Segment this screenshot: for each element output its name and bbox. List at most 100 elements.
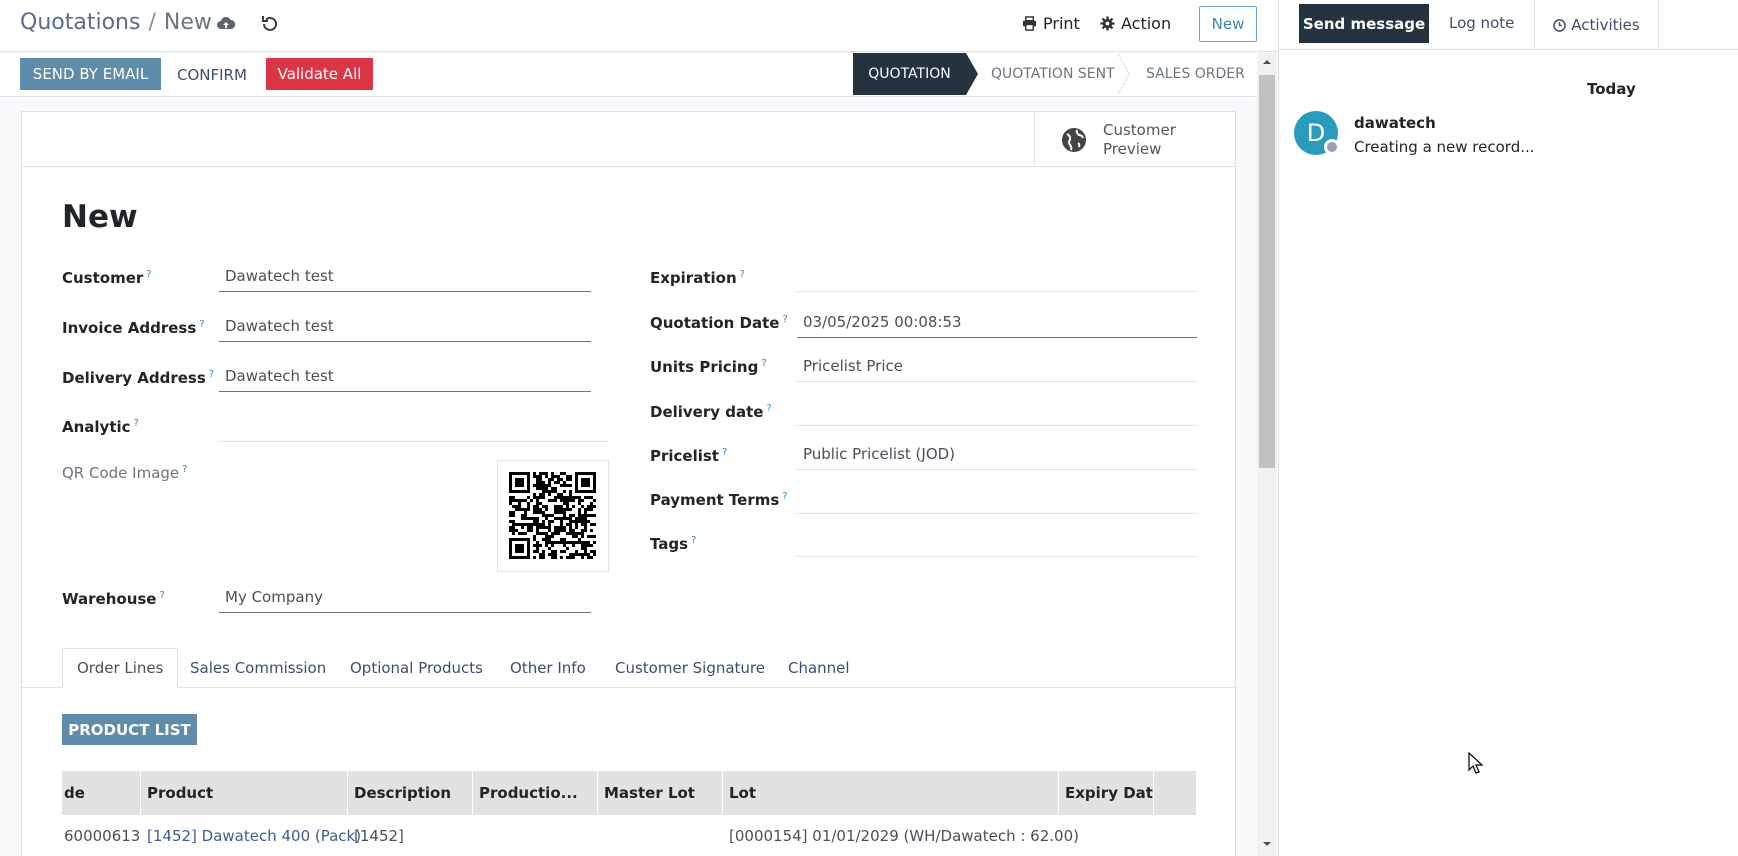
statusbar: SEND BY EMAIL CONFIRM Validate All QUOTA… (0, 53, 1260, 97)
clock-icon (1553, 18, 1567, 32)
date-separator: Today (1587, 80, 1636, 98)
column-lot[interactable]: Lot (723, 771, 1059, 815)
warehouse-field[interactable]: My Company (219, 583, 591, 613)
mouse-cursor-icon (1468, 752, 1484, 774)
delivery-address-field[interactable]: Dawatech test (219, 362, 591, 392)
units-pricing-field[interactable]: Pricelist Price (797, 352, 1197, 382)
scrollbar-thumb[interactable] (1259, 75, 1275, 468)
help-marker: ? (721, 447, 728, 458)
help-marker: ? (133, 418, 139, 429)
breadcrumb-separator: / (148, 10, 156, 35)
discard-icon[interactable] (260, 14, 280, 34)
stage-sales-order[interactable]: SALES ORDER (1146, 66, 1245, 82)
activities-button[interactable]: Activities (1534, 0, 1659, 50)
customer-preview-button[interactable]: Customer Preview (1034, 112, 1236, 167)
vertical-scrollbar[interactable] (1257, 53, 1277, 856)
customer-preview-label: Customer Preview (1103, 120, 1176, 158)
qr-code-image (497, 460, 609, 572)
delivery-date-label: Delivery date? (650, 403, 772, 421)
scroll-up-icon[interactable] (1262, 57, 1272, 67)
message-author[interactable]: dawatech (1354, 114, 1436, 132)
expiration-label: Expiration? (650, 269, 745, 287)
help-marker: ? (208, 369, 215, 380)
tab-order-lines[interactable]: Order Lines (62, 648, 179, 688)
breadcrumb-current: New (163, 10, 212, 35)
pricelist-field[interactable]: Public Pricelist (JOD) (797, 440, 1197, 470)
help-marker: ? (182, 464, 188, 475)
payment-terms-field[interactable] (797, 484, 1197, 514)
send-by-email-button[interactable]: SEND BY EMAIL (20, 58, 161, 90)
confirm-button[interactable]: CONFIRM (177, 66, 247, 84)
help-marker: ? (739, 269, 745, 280)
message-body: Creating a new record... (1354, 138, 1535, 156)
help-marker: ? (691, 535, 697, 546)
stage-arrow (966, 53, 978, 95)
units-pricing-label: Units Pricing? (650, 358, 767, 376)
analytic-field[interactable] (219, 412, 609, 442)
qr-code-label: QR Code Image? (62, 464, 188, 482)
column-description[interactable]: Description (348, 771, 473, 815)
analytic-label: Analytic? (62, 418, 139, 436)
tags-field[interactable] (797, 527, 1197, 557)
cell-code: 60000613 (64, 827, 141, 845)
cloud-upload-icon[interactable] (216, 14, 236, 34)
delivery-date-field[interactable] (797, 396, 1197, 426)
print-button[interactable]: Print (1022, 14, 1080, 33)
button-box: Customer Preview (22, 112, 1235, 167)
delivery-address-label: Delivery Address? (62, 369, 215, 387)
tab-other-info[interactable]: Other Info (510, 648, 586, 688)
column-product[interactable]: Product (141, 771, 348, 815)
customer-label: Customer? (62, 269, 152, 287)
tab-channel[interactable]: Channel (788, 648, 850, 688)
cell-product[interactable]: [1452] Dawatech 400 (Pack) (147, 827, 361, 845)
activities-label: Activities (1571, 16, 1640, 34)
help-marker: ? (761, 358, 767, 369)
help-marker: ? (782, 314, 788, 325)
chatter-panel: Send message Log note Activities Today D… (1278, 0, 1738, 856)
print-icon (1022, 16, 1037, 31)
tab-customer-signature[interactable]: Customer Signature (615, 648, 765, 688)
send-message-button[interactable]: Send message (1299, 4, 1429, 43)
column-production[interactable]: Productio... (473, 771, 598, 815)
help-marker: ? (782, 491, 788, 502)
payment-terms-label: Payment Terms? (650, 491, 788, 509)
product-list-button[interactable]: PRODUCT LIST (62, 714, 197, 745)
breadcrumb-quotations[interactable]: Quotations (20, 10, 140, 35)
tab-sales-commission[interactable]: Sales Commission (190, 648, 326, 688)
column-master-lot[interactable]: Master Lot (598, 771, 723, 815)
invoice-address-label: Invoice Address? (62, 319, 205, 337)
cell-description: [1452] (354, 827, 404, 845)
globe-icon (1062, 127, 1086, 152)
invoice-address-field[interactable]: Dawatech test (219, 312, 591, 342)
breadcrumb: Quotations / New (20, 10, 212, 35)
expiration-field[interactable] (797, 262, 1197, 292)
form-sheet: Customer Preview New Customer? Dawatech … (21, 111, 1236, 856)
action-label: Action (1121, 14, 1172, 33)
gear-icon (1100, 16, 1115, 31)
stage-quotation-sent[interactable]: QUOTATION SENT (991, 66, 1115, 82)
main-pane: Quotations / New Print Action New SEND BY … (0, 0, 1278, 856)
print-label: Print (1043, 14, 1080, 33)
tags-label: Tags? (650, 535, 697, 553)
action-button[interactable]: Action (1100, 14, 1171, 33)
stage-quotation[interactable]: QUOTATION (853, 53, 966, 95)
help-marker: ? (146, 269, 152, 280)
table-header: de Product Description Productio... Mast… (62, 771, 1196, 815)
avatar-letter: D (1306, 119, 1326, 147)
notebook-tabs: Order Lines Sales Commission Optional Pr… (22, 648, 1235, 688)
quotation-date-field[interactable]: 03/05/2025 00:08:53 (797, 308, 1197, 338)
cell-lot: [0000154] 01/01/2029 (WH/Dawatech : 62.0… (729, 827, 1079, 845)
column-expiry-date[interactable]: Expiry Date (1059, 771, 1154, 815)
order-lines-table: de Product Description Productio... Mast… (62, 771, 1196, 856)
scroll-down-icon[interactable] (1262, 839, 1272, 849)
tab-optional-products[interactable]: Optional Products (350, 648, 483, 688)
quotation-date-label: Quotation Date? (650, 314, 788, 332)
log-note-button[interactable]: Log note (1449, 14, 1514, 32)
column-code[interactable]: de (62, 771, 141, 815)
presence-icon (1324, 139, 1340, 155)
table-row[interactable]: 60000613 [1452] Dawatech 400 (Pack) [145… (62, 815, 1196, 856)
new-button[interactable]: New (1199, 6, 1257, 42)
customer-field[interactable]: Dawatech test (219, 262, 591, 292)
avatar[interactable]: D (1294, 111, 1340, 155)
validate-all-button[interactable]: Validate All (266, 58, 373, 90)
